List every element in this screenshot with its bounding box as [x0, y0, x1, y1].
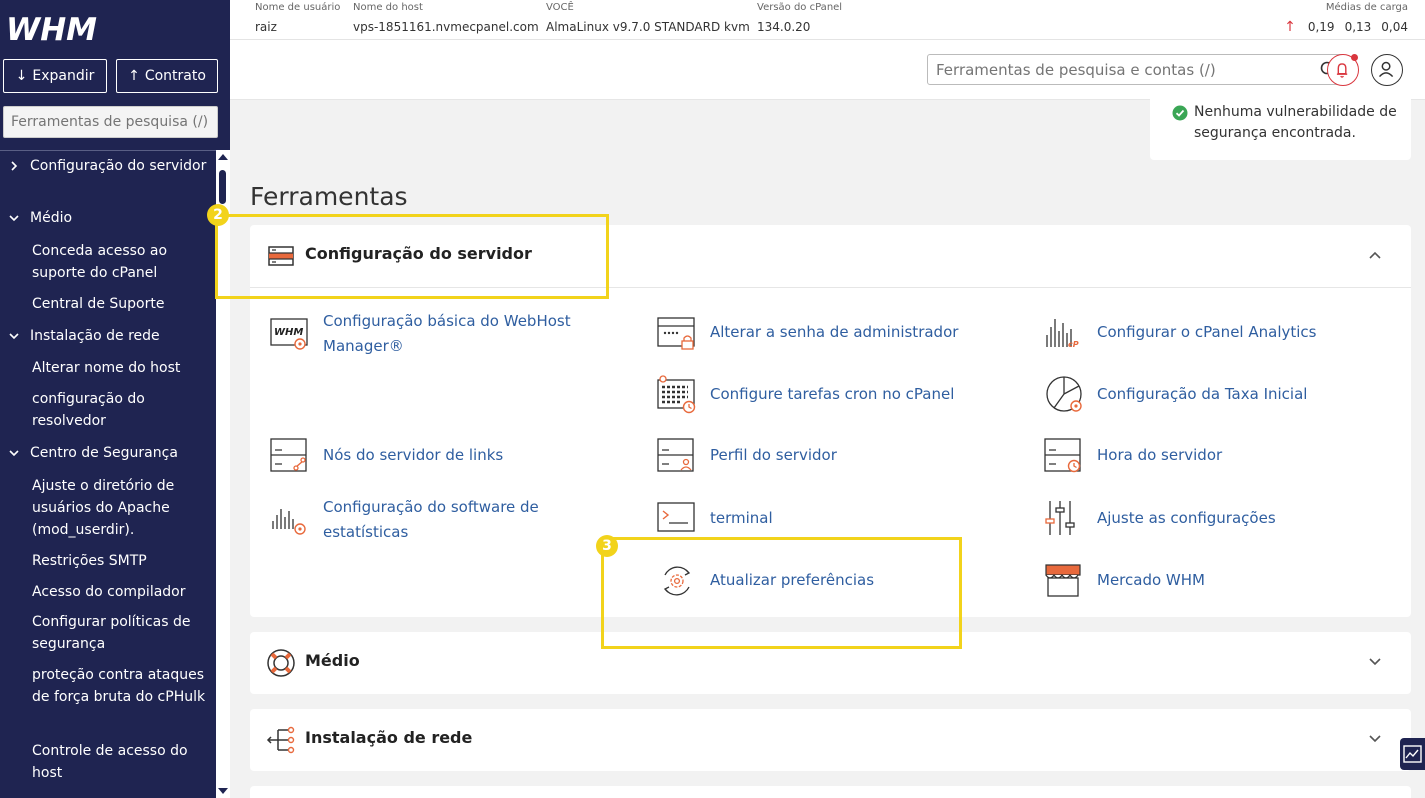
- terminal-icon: [657, 502, 695, 532]
- tool-terminal[interactable]: terminal: [657, 499, 987, 539]
- statistics-bars-icon: [272, 509, 306, 535]
- arrow-up-icon: ↑: [128, 68, 140, 84]
- annotation-badge-3: 3: [596, 535, 618, 557]
- chevron-down-icon: [1369, 735, 1381, 743]
- load-15min: 0,04: [1381, 20, 1408, 34]
- chevron-down-icon: [9, 333, 19, 340]
- sidebar-category-server-config[interactable]: Configuração do servidor: [11, 155, 210, 177]
- chevron-down-icon: [9, 215, 19, 222]
- scrollbar-thumb[interactable]: [219, 170, 226, 204]
- header-search: [927, 54, 1345, 85]
- annotation-badge-2: 2: [207, 204, 229, 226]
- sidebar-category-security[interactable]: Centro de Segurança: [9, 442, 210, 464]
- section-next: [250, 786, 1411, 798]
- storefront-icon: [1045, 564, 1081, 597]
- expand-button[interactable]: ↓ Expandir: [3, 59, 107, 93]
- chevron-right-icon: [11, 161, 18, 171]
- chevron-down-icon: [1369, 658, 1381, 666]
- sidebar-item-host-access[interactable]: Controle de acesso do host: [32, 740, 212, 784]
- sidebar-item-cphulk[interactable]: proteção contra ataques de força bruta d…: [32, 664, 212, 708]
- svg-text:WHM: WHM: [6, 12, 97, 46]
- pie-chart-gear-icon: [1046, 376, 1082, 412]
- network-tree-icon: [266, 726, 295, 754]
- page-title: Ferramentas: [250, 182, 408, 211]
- tool-initial-setup[interactable]: Configuração da Taxa Inicial: [1044, 375, 1374, 415]
- tool-link-server-nodes[interactable]: Nós do servidor de links: [270, 436, 600, 476]
- server-clock-icon: [1044, 438, 1081, 473]
- sliders-icon: [1045, 501, 1075, 535]
- svg-text:cP: cP: [1068, 340, 1079, 349]
- info-hostname: Nome do host vps-1851161.nvmecpanel.com: [353, 2, 539, 34]
- stats-widget-button[interactable]: [1400, 738, 1425, 770]
- header-search-input[interactable]: [928, 55, 1298, 84]
- chevron-down-icon: [9, 450, 19, 457]
- tool-change-root-password[interactable]: Alterar a senha de administrador: [657, 313, 987, 353]
- collapse-label: Contrato: [144, 68, 206, 84]
- info-username: Nome de usuário raiz: [255, 2, 341, 34]
- scroll-down-arrow-icon[interactable]: [218, 788, 228, 794]
- server-profile-icon: [657, 438, 694, 472]
- tool-server-time[interactable]: Hora do servidor: [1044, 436, 1374, 476]
- sidebar-item-support-center[interactable]: Central de Suporte: [32, 293, 212, 315]
- arrow-down-icon: ↓: [15, 68, 28, 84]
- top-header: Nome de usuário raiz Nome do host vps-18…: [230, 0, 1425, 100]
- expand-label: Expandir: [32, 68, 95, 84]
- calendar-clock-icon: [657, 375, 696, 414]
- sidebar-nav: Configuração do servidor Médio Conceda a…: [0, 150, 215, 798]
- lifebuoy-icon: [267, 649, 295, 677]
- tool-whm-marketplace[interactable]: Mercado WHM: [1044, 561, 1374, 601]
- collapse-button[interactable]: ↑ Contrato: [116, 59, 218, 93]
- section-header-network[interactable]: Instalação de rede: [250, 709, 1411, 771]
- highlight-box-3: [601, 537, 962, 649]
- load-1min: 0,19: [1307, 20, 1335, 34]
- sidebar-item-support-access[interactable]: Conceda acesso ao suporte do cPanel: [32, 240, 212, 284]
- arrow-up-icon: ↑: [1284, 19, 1296, 35]
- tool-statistics-software[interactable]: Configuração do software de estatísticas: [270, 498, 600, 549]
- sidebar-item-hostname[interactable]: Alterar nome do host: [32, 357, 212, 379]
- highlight-box-2: [215, 214, 609, 299]
- load-averages: Médias de carga ↑ 0,19 0,13 0,04: [1284, 2, 1408, 40]
- whm-setup-icon: WHM: [270, 318, 308, 350]
- info-cpanel-version: Versão do cPanel 134.0.20: [757, 2, 843, 34]
- analytics-bars-icon: cP: [1046, 319, 1079, 349]
- security-notice-card: Nenhuma vulnerabilidade de segurança enc…: [1150, 90, 1411, 160]
- sidebar-category-medio[interactable]: Médio: [9, 207, 210, 229]
- sidebar-item-security-policies[interactable]: Configurar políticas de segurança: [32, 611, 212, 655]
- chevron-up-icon: [1369, 251, 1381, 259]
- password-lock-icon: [657, 317, 695, 350]
- security-notice-text: Nenhuma vulnerabilidade de segurança enc…: [1194, 104, 1397, 141]
- sidebar-search-input[interactable]: [3, 106, 218, 138]
- check-circle-icon: [1172, 105, 1188, 121]
- sidebar-item-compiler[interactable]: Acesso do compilador: [32, 581, 212, 603]
- header-divider: [230, 39, 1425, 40]
- sidebar-item-smtp[interactable]: Restrições SMTP: [32, 550, 212, 572]
- sidebar-item-resolver[interactable]: configuração do resolvedor: [32, 388, 212, 432]
- svg-text:WHM: WHM: [274, 327, 303, 338]
- server-link-icon: [270, 438, 307, 472]
- whm-logo[interactable]: WHM: [4, 10, 104, 46]
- sidebar: WHM ↓Expandir ↑Contrato Configuração do …: [0, 0, 230, 798]
- notification-dot: [1351, 54, 1358, 61]
- sidebar-category-network[interactable]: Instalação de rede: [9, 325, 210, 347]
- user-profile-button[interactable]: [1371, 54, 1403, 86]
- load-5min: 0,13: [1344, 20, 1372, 34]
- tool-tweak-settings[interactable]: Ajuste as configurações: [1044, 499, 1374, 539]
- user-icon: [1378, 61, 1394, 78]
- tool-cpanel-analytics[interactable]: cP Configurar o cPanel Analytics: [1044, 313, 1374, 353]
- scroll-up-arrow-icon[interactable]: [218, 154, 228, 160]
- tool-whm-basic-setup[interactable]: WHM Configuração básica do WebHost Manag…: [270, 312, 600, 363]
- trend-chart-icon: [1403, 745, 1422, 763]
- tool-cron-jobs[interactable]: Configure tarefas cron no cPanel: [657, 375, 987, 415]
- section-network: Instalação de rede: [250, 709, 1411, 771]
- info-os: VOCÊ AlmaLinux v9.7.0 STANDARD kvm: [546, 2, 750, 34]
- tool-server-profile[interactable]: Perfil do servidor: [657, 436, 987, 476]
- sidebar-item-userdir[interactable]: Ajuste o diretório de usuários do Apache…: [32, 475, 212, 541]
